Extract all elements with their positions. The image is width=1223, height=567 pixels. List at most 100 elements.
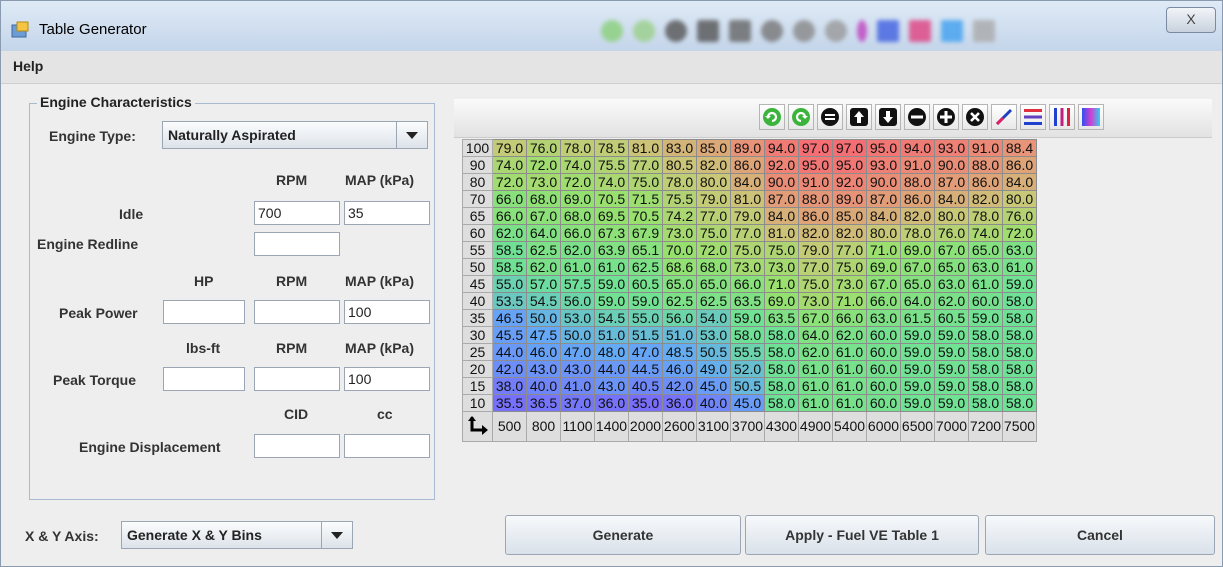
y-bin-label[interactable]: 90 [462,156,493,174]
table-cell[interactable]: 68.0 [560,207,595,225]
table-cell[interactable]: 59.0 [900,377,935,395]
y-bin-label[interactable]: 35 [462,309,493,327]
table-cell[interactable]: 65.0 [968,241,1003,259]
y-bin-label[interactable]: 40 [462,292,493,310]
table-cell[interactable]: 84.0 [934,190,969,208]
table-cell[interactable]: 37.0 [560,394,595,412]
peak-power-hp-field[interactable] [163,300,245,324]
table-cell[interactable]: 50.0 [560,326,595,344]
table-cell[interactable]: 58.5 [492,241,527,259]
table-cell[interactable]: 90.0 [764,173,799,191]
apply-fuel-ve-table-button[interactable]: Apply - Fuel VE Table 1 [745,515,979,555]
table-cell[interactable]: 67.3 [594,224,629,242]
subtract-button[interactable] [904,104,930,130]
table-cell[interactable]: 85.0 [832,207,867,225]
table-cell[interactable]: 69.0 [560,190,595,208]
table-cell[interactable]: 90.0 [934,156,969,174]
table-cell[interactable]: 36.0 [662,394,697,412]
table-cell[interactable]: 80.5 [662,156,697,174]
table-cell[interactable]: 66.0 [492,207,527,225]
x-bin-label[interactable]: 6500 [900,411,935,442]
table-cell[interactable]: 48.5 [662,343,697,361]
table-cell[interactable]: 63.0 [934,275,969,293]
table-cell[interactable]: 80.0 [866,224,901,242]
table-cell[interactable]: 82.0 [798,224,833,242]
table-cell[interactable]: 73.0 [832,275,867,293]
table-cell[interactable]: 59.0 [1002,275,1037,293]
table-cell[interactable]: 58.0 [764,360,799,378]
x-bin-label[interactable]: 2000 [628,411,663,442]
table-cell[interactable]: 78.0 [662,173,697,191]
y-bin-label[interactable]: 15 [462,377,493,395]
table-cell[interactable]: 63.9 [594,241,629,259]
table-cell[interactable]: 62.0 [832,326,867,344]
x-bin-label[interactable]: 1100 [560,411,595,442]
table-cell[interactable]: 59.0 [900,326,935,344]
vertical-interpolate-button[interactable] [1049,104,1075,130]
table-cell[interactable]: 41.0 [560,377,595,395]
close-button[interactable]: X [1166,7,1216,33]
table-cell[interactable]: 43.0 [560,360,595,378]
table-cell[interactable]: 63.0 [866,309,901,327]
table-cell[interactable]: 57.0 [526,275,561,293]
table-cell[interactable]: 95.0 [798,156,833,174]
x-bin-label[interactable]: 4900 [798,411,833,442]
table-cell[interactable]: 62.0 [798,343,833,361]
table-cell[interactable]: 60.0 [968,292,1003,310]
table-cell[interactable]: 69.0 [900,241,935,259]
table-cell[interactable]: 65.1 [628,241,663,259]
idle-rpm-field[interactable] [254,201,340,225]
table-cell[interactable]: 72.0 [560,173,595,191]
table-cell[interactable]: 45.0 [730,394,765,412]
table-cell[interactable]: 75.5 [594,156,629,174]
horizontal-interpolate-button[interactable] [1020,104,1046,130]
table-cell[interactable]: 59.0 [934,394,969,412]
table-cell[interactable]: 82.0 [832,224,867,242]
table-cell[interactable]: 61.0 [560,258,595,276]
table-cell[interactable]: 86.0 [968,173,1003,191]
table-cell[interactable]: 58.0 [764,394,799,412]
table-cell[interactable]: 59.0 [934,343,969,361]
table-cell[interactable]: 74.0 [594,173,629,191]
table-cell[interactable]: 48.0 [594,343,629,361]
table-cell[interactable]: 58.0 [968,326,1003,344]
y-bin-label[interactable]: 100 [462,139,493,157]
table-cell[interactable]: 57.5 [560,275,595,293]
table-cell[interactable]: 69.5 [594,207,629,225]
table-cell[interactable]: 80.0 [1002,190,1037,208]
table-cell[interactable]: 52.0 [730,360,765,378]
table-cell[interactable]: 61.0 [832,394,867,412]
x-bin-label[interactable]: 5400 [832,411,867,442]
y-bin-label[interactable]: 80 [462,173,493,191]
table-cell[interactable]: 69.0 [764,292,799,310]
table-cell[interactable]: 44.5 [628,360,663,378]
table-cell[interactable]: 66.0 [730,275,765,293]
decrement-button[interactable] [875,104,901,130]
table-cell[interactable]: 63.5 [730,292,765,310]
table-cell[interactable]: 58.0 [1002,394,1037,412]
table-cell[interactable]: 73.0 [730,258,765,276]
table-cell[interactable]: 60.0 [866,360,901,378]
generate-button[interactable]: Generate [505,515,741,555]
table-cell[interactable]: 90.0 [866,173,901,191]
table-cell[interactable]: 97.0 [798,139,833,157]
table-cell[interactable]: 70.0 [662,241,697,259]
table-cell[interactable]: 82.0 [696,156,731,174]
table-cell[interactable]: 67.0 [900,258,935,276]
table-cell[interactable]: 71.0 [764,275,799,293]
table-cell[interactable]: 78.0 [560,139,595,157]
table-cell[interactable]: 46.0 [662,360,697,378]
table-cell[interactable]: 72.0 [526,156,561,174]
table-cell[interactable]: 79.0 [696,190,731,208]
table-cell[interactable]: 60.0 [866,326,901,344]
table-cell[interactable]: 84.0 [764,207,799,225]
table-cell[interactable]: 36.0 [594,394,629,412]
table-cell[interactable]: 66.0 [492,190,527,208]
table-cell[interactable]: 86.0 [730,156,765,174]
table-cell[interactable]: 44.0 [492,343,527,361]
table-cell[interactable]: 73.0 [764,258,799,276]
table-cell[interactable]: 77.0 [730,224,765,242]
table-cell[interactable]: 59.0 [730,309,765,327]
table-cell[interactable]: 83.0 [662,139,697,157]
table-cell[interactable]: 75.0 [696,224,731,242]
